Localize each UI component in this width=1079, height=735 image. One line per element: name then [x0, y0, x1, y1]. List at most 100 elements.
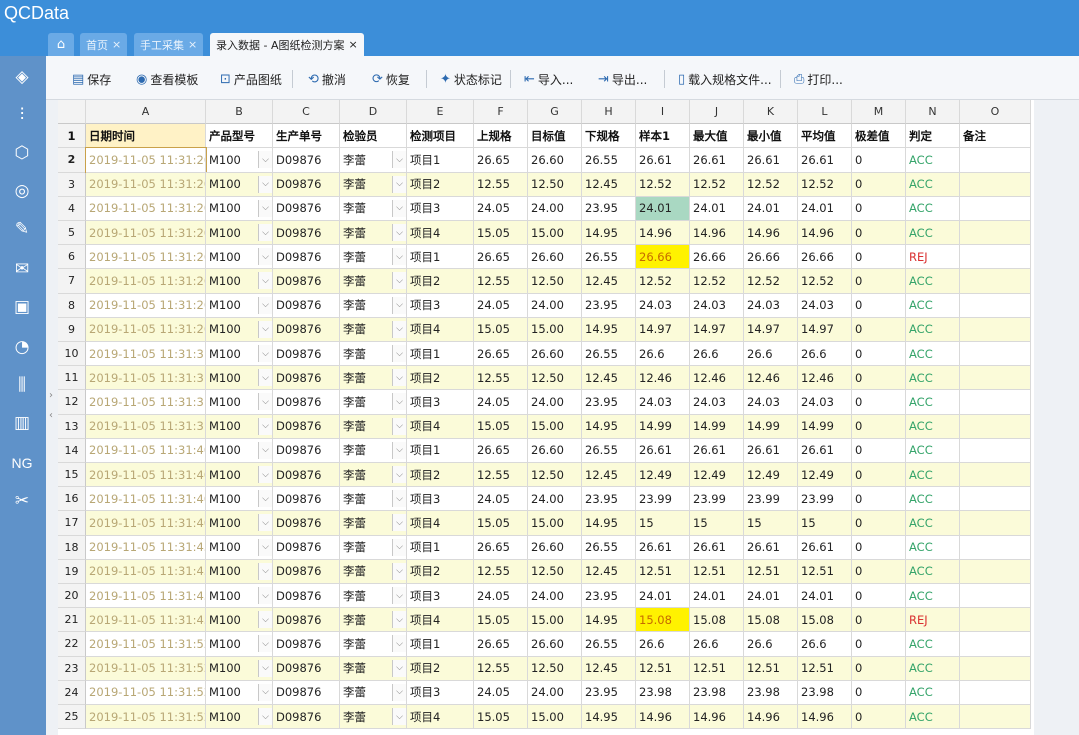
sample-1-cell[interactable]: 12.49	[636, 463, 690, 488]
table-cell[interactable]: 15.05	[474, 221, 528, 246]
table-cell[interactable]: 14.96	[744, 221, 798, 246]
row-number[interactable]: 12	[58, 390, 86, 415]
datetime-cell[interactable]: 2019-11-05 11:31:31	[86, 366, 206, 391]
column-header-f[interactable]: F	[474, 100, 528, 125]
judgement-cell[interactable]: ACC	[906, 438, 960, 463]
tab-manual-collection[interactable]: 手工采集 ×	[134, 33, 204, 56]
sample-1-cell[interactable]: 14.96	[636, 221, 690, 246]
table-cell[interactable]: 项目4	[407, 221, 474, 246]
table-cell[interactable]: D09876	[273, 414, 340, 439]
table-cell[interactable]: 14.95	[582, 608, 636, 633]
table-cell[interactable]: D09876	[273, 559, 340, 584]
row-number[interactable]: 17	[58, 511, 86, 536]
row-number[interactable]: 9	[58, 317, 86, 342]
field-header-cell[interactable]: 下规格	[582, 124, 636, 149]
close-icon[interactable]: ×	[112, 38, 121, 51]
table-cell[interactable]: 26.60	[528, 342, 582, 367]
judgement-cell[interactable]: ACC	[906, 269, 960, 294]
table-cell[interactable]: 26.55	[582, 148, 636, 173]
table-cell[interactable]: 项目1	[407, 245, 474, 270]
table-cell[interactable]: 0	[852, 390, 906, 415]
field-header-cell[interactable]: 极差值	[852, 124, 906, 149]
table-cell[interactable]: D09876	[273, 317, 340, 342]
table-cell[interactable]: 26.60	[528, 148, 582, 173]
table-cell[interactable]: 12.49	[744, 463, 798, 488]
datetime-cell[interactable]: 2019-11-05 11:31:45	[86, 535, 206, 560]
table-cell[interactable]	[960, 438, 1031, 463]
chevron-down-icon[interactable]: ⌵	[258, 490, 272, 508]
inspector-select[interactable]: 李蕾 ⌵	[340, 172, 407, 197]
chevron-down-icon[interactable]: ⌵	[258, 199, 272, 217]
table-cell[interactable]: 24.00	[528, 680, 582, 705]
table-cell[interactable]: 24.03	[744, 293, 798, 318]
table-cell[interactable]: 项目4	[407, 414, 474, 439]
table-cell[interactable]: 0	[852, 463, 906, 488]
table-cell[interactable]: 项目1	[407, 342, 474, 367]
chevron-down-icon[interactable]: ⌵	[258, 635, 272, 653]
table-cell[interactable]: 12.45	[582, 269, 636, 294]
field-header-cell[interactable]: 平均值	[798, 124, 852, 149]
table-cell[interactable]: 项目3	[407, 487, 474, 512]
table-cell[interactable]: 15.05	[474, 608, 528, 633]
table-cell[interactable]: 23.99	[690, 487, 744, 512]
chevron-down-icon[interactable]: ⌵	[392, 683, 406, 701]
datetime-cell[interactable]: 2019-11-05 11:31:45	[86, 608, 206, 633]
table-cell[interactable]	[960, 559, 1031, 584]
table-cell[interactable]: 项目3	[407, 584, 474, 609]
table-cell[interactable]: 14.97	[744, 317, 798, 342]
histogram-icon[interactable]: ▥	[9, 410, 35, 436]
product-drawing-button[interactable]: ⊡ 产品图纸	[220, 69, 282, 89]
table-cell[interactable]: 14.95	[582, 414, 636, 439]
save-button[interactable]: ▤ 保存	[72, 69, 111, 89]
tag-icon[interactable]: ◈	[9, 64, 35, 90]
sample-1-cell[interactable]: 24.01	[636, 584, 690, 609]
table-cell[interactable]: 14.96	[690, 705, 744, 730]
table-cell[interactable]	[960, 196, 1031, 221]
table-cell[interactable]: D09876	[273, 511, 340, 536]
product-model-select[interactable]: M100 ⌵	[206, 511, 273, 536]
pencil-icon[interactable]: ✎	[9, 216, 35, 242]
table-cell[interactable]: 12.52	[744, 269, 798, 294]
sample-1-cell[interactable]: 14.97	[636, 317, 690, 342]
chevron-down-icon[interactable]: ⌵	[258, 224, 272, 241]
table-cell[interactable]: 14.96	[690, 221, 744, 246]
table-cell[interactable]	[960, 463, 1031, 488]
table-cell[interactable]: 26.61	[744, 535, 798, 560]
datetime-cell[interactable]: 2019-11-05 11:31:26	[86, 293, 206, 318]
table-cell[interactable]: 项目3	[407, 680, 474, 705]
judgement-cell[interactable]: ACC	[906, 559, 960, 584]
judgement-cell[interactable]: ACC	[906, 511, 960, 536]
judgement-cell[interactable]: ACC	[906, 148, 960, 173]
table-cell[interactable]: 12.55	[474, 559, 528, 584]
table-cell[interactable]: 23.99	[744, 487, 798, 512]
table-cell[interactable]: 14.97	[798, 317, 852, 342]
row-number[interactable]: 25	[58, 705, 86, 730]
table-cell[interactable]: 26.66	[690, 245, 744, 270]
table-cell[interactable]: 14.99	[798, 414, 852, 439]
table-cell[interactable]: D09876	[273, 196, 340, 221]
chevron-down-icon[interactable]: ⌵	[258, 587, 272, 604]
table-cell[interactable]: 23.95	[582, 584, 636, 609]
table-cell[interactable]: 15.08	[744, 608, 798, 633]
product-model-select[interactable]: M100 ⌵	[206, 172, 273, 197]
judgement-cell[interactable]: ACC	[906, 584, 960, 609]
judgement-cell[interactable]: ACC	[906, 414, 960, 439]
table-cell[interactable]: 12.46	[798, 366, 852, 391]
load-spec-button[interactable]: ▯ 载入规格文件...	[678, 69, 772, 89]
table-cell[interactable]: 26.60	[528, 632, 582, 657]
chevron-down-icon[interactable]: ⌵	[258, 320, 272, 338]
datetime-cell[interactable]: 2019-11-05 11:31:40	[86, 438, 206, 463]
table-cell[interactable]: 24.00	[528, 293, 582, 318]
sample-1-cell[interactable]: 12.51	[636, 656, 690, 681]
product-model-select[interactable]: M100 ⌵	[206, 269, 273, 294]
table-cell[interactable]: 14.96	[798, 221, 852, 246]
row-number[interactable]: 7	[58, 269, 86, 294]
table-cell[interactable]: D09876	[273, 608, 340, 633]
table-cell[interactable]: 0	[852, 511, 906, 536]
table-cell[interactable]: 0	[852, 656, 906, 681]
row-number[interactable]: 16	[58, 487, 86, 512]
chevron-down-icon[interactable]: ⌵	[392, 151, 406, 169]
column-header-h[interactable]: H	[582, 100, 636, 125]
product-model-select[interactable]: M100 ⌵	[206, 317, 273, 342]
inspector-select[interactable]: 李蕾 ⌵	[340, 245, 407, 270]
